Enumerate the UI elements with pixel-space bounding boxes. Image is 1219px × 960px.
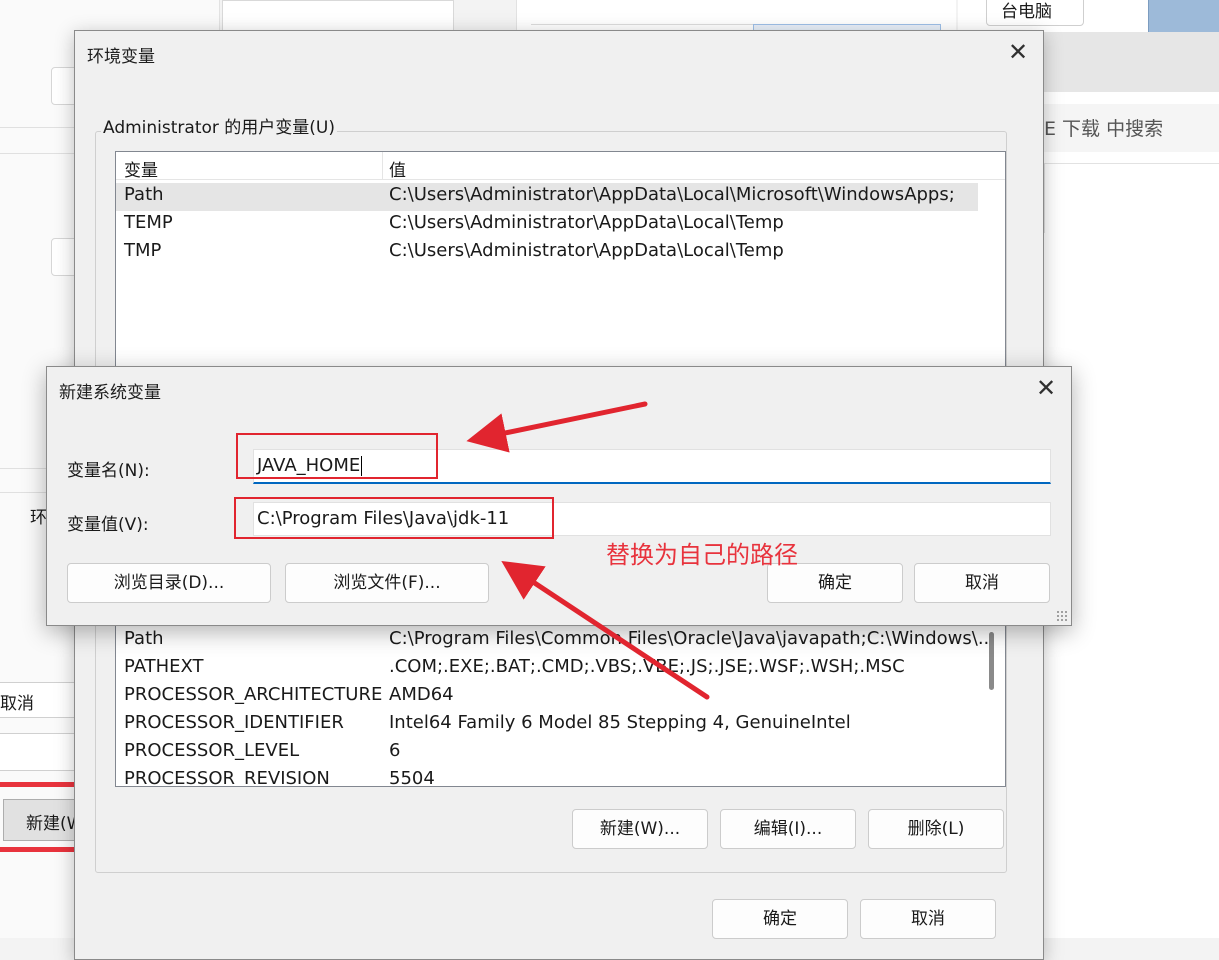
variable-value: AMD64: [389, 684, 454, 705]
variable-value: C:\Users\Administrator\AppData\Local\Tem…: [389, 240, 784, 261]
variable-name: PATHEXT: [124, 656, 204, 677]
system-variables-list[interactable]: Path C:\Program Files\Common Files\Oracl…: [115, 611, 1006, 787]
variable-value: 5504: [389, 768, 435, 787]
dialog-title: 新建系统变量: [59, 383, 161, 403]
variable-name: PROCESSOR_REVISION: [124, 768, 330, 787]
close-icon[interactable]: ✕: [1032, 375, 1060, 403]
variable-name: Path: [124, 628, 164, 649]
variable-value: C:\Users\Administrator\AppData\Local\Mic…: [389, 184, 955, 205]
table-row[interactable]: PROCESSOR_IDENTIFIER Intel64 Family 6 Mo…: [116, 711, 978, 739]
variable-name: Path: [124, 184, 164, 205]
cancel-button[interactable]: 取消: [914, 563, 1050, 603]
column-header-value[interactable]: 值: [389, 156, 406, 181]
column-header-variable[interactable]: 变量: [124, 156, 158, 181]
variable-value: Intel64 Family 6 Model 85 Stepping 4, Ge…: [389, 712, 851, 733]
variable-value: .COM;.EXE;.BAT;.CMD;.VBS;.VBE;.JS;.JSE;.…: [389, 656, 905, 677]
system-delete-button[interactable]: 删除(L): [868, 809, 1004, 849]
scrollbar-thumb[interactable]: [989, 632, 994, 690]
system-edit-button[interactable]: 编辑(I)...: [720, 809, 856, 849]
column-divider: [382, 152, 383, 180]
table-row[interactable]: Path C:\Users\Administrator\AppData\Loca…: [116, 183, 978, 211]
new-system-variable-dialog: 新建系统变量 ✕ 变量名(N): JAVA_HOME 变量值(V): C:\Pr…: [46, 366, 1072, 626]
background-blue-panel: [1148, 0, 1219, 32]
cancel-button[interactable]: 取消: [860, 899, 996, 939]
resize-grip-icon[interactable]: [1056, 610, 1068, 622]
table-row[interactable]: PROCESSOR_ARCHITECTURE AMD64: [116, 683, 978, 711]
table-row[interactable]: PROCESSOR_REVISION 5504: [116, 767, 978, 787]
table-row[interactable]: PATHEXT .COM;.EXE;.BAT;.CMD;.VBS;.VBE;.J…: [116, 655, 978, 683]
close-icon[interactable]: ✕: [1004, 39, 1032, 67]
variable-name: TMP: [124, 240, 162, 261]
table-row[interactable]: TEMP C:\Users\Administrator\AppData\Loca…: [116, 211, 978, 239]
table-row[interactable]: TMP C:\Users\Administrator\AppData\Local…: [116, 239, 978, 267]
variable-name-label: 变量名(N):: [67, 461, 150, 481]
variable-value-label: 变量值(V):: [67, 515, 149, 535]
background-search-box: E 下载 中搜索: [1044, 104, 1219, 152]
variable-value: C:\Users\Administrator\AppData\Local\Tem…: [389, 212, 784, 233]
annotation-box-value: [234, 497, 554, 539]
background-input: [0, 733, 75, 771]
background-cancel-button: 取消: [0, 682, 75, 718]
divider: [1044, 163, 1045, 233]
variable-name: PROCESSOR_LEVEL: [124, 740, 300, 761]
annotation-highlight-band: [0, 782, 75, 852]
variable-value: 6: [389, 740, 401, 761]
annotation-box-name: [236, 433, 438, 479]
browse-file-button[interactable]: 浏览文件(F)...: [285, 563, 489, 603]
variable-name: PROCESSOR_ARCHITECTURE: [124, 684, 383, 705]
list-header: 变量 值: [116, 152, 1005, 181]
variable-value: C:\Program Files\Common Files\Oracle\Jav…: [389, 628, 995, 649]
browse-directory-button[interactable]: 浏览目录(D)...: [67, 563, 271, 603]
dialog-title: 环境变量: [87, 47, 155, 67]
table-row[interactable]: Path C:\Program Files\Common Files\Oracl…: [116, 627, 995, 655]
background-partial-label: 环: [30, 508, 47, 528]
variable-name: TEMP: [124, 212, 173, 233]
variable-name: PROCESSOR_IDENTIFIER: [124, 712, 344, 733]
divider: [1044, 163, 1219, 164]
ok-button[interactable]: 确定: [712, 899, 848, 939]
background-this-pc-button: 台电脑: [986, 0, 1084, 26]
table-row[interactable]: PROCESSOR_LEVEL 6: [116, 739, 978, 767]
user-variables-label: Administrator 的用户变量(U): [101, 113, 337, 138]
annotation-text: 替换为自己的路径: [606, 541, 798, 569]
background-toolbar: [1044, 32, 1219, 92]
system-new-button[interactable]: 新建(W)...: [572, 809, 708, 849]
